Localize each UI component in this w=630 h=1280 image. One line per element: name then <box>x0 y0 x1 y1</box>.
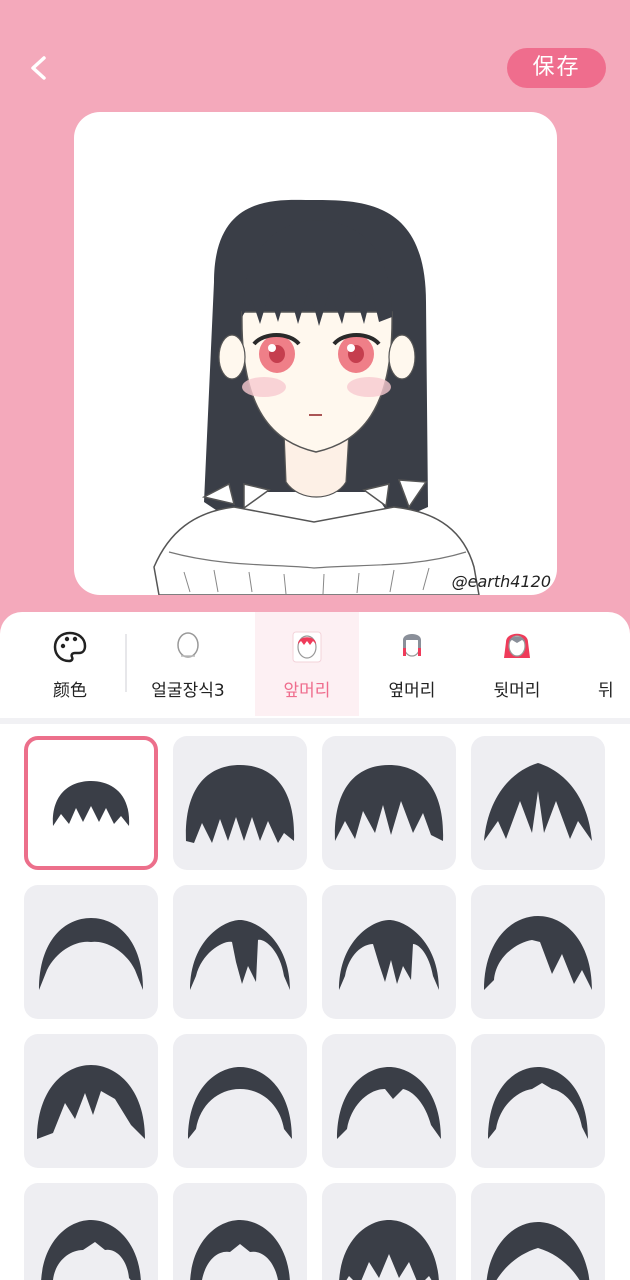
tab-color[interactable]: 颜色 <box>18 612 122 716</box>
bangs-thumbnail <box>52 781 130 826</box>
bangs-option-6[interactable] <box>173 885 307 1019</box>
tab-side-hair[interactable]: 옆머리 <box>360 612 464 716</box>
tab-divider <box>125 634 127 692</box>
bangs-option-14[interactable] <box>173 1183 307 1280</box>
tab-label: 얼굴장식3 <box>151 681 225 701</box>
bangs-thumbnail <box>339 1220 439 1280</box>
bangs-option-12[interactable] <box>471 1034 605 1168</box>
palette-icon <box>53 631 87 663</box>
bangs-option-7[interactable] <box>322 885 456 1019</box>
bangs-thumbnail <box>190 1220 290 1280</box>
avatar-illustration <box>153 199 480 595</box>
bangs-option-9[interactable] <box>24 1034 158 1168</box>
back-hair-icon <box>504 633 530 658</box>
tab-label: 옆머리 <box>388 681 436 701</box>
watermark: @earth4120 <box>451 572 551 591</box>
chevron-left-icon <box>31 56 46 80</box>
tab-bangs[interactable]: 앞머리 <box>255 612 359 716</box>
bangs-option-15[interactable] <box>322 1183 456 1280</box>
bangs-option-13[interactable] <box>24 1183 158 1280</box>
bangs-option-16[interactable] <box>471 1183 605 1280</box>
tab-label: 颜色 <box>53 681 87 701</box>
save-button[interactable]: 保存 <box>507 48 606 88</box>
tab-back-hair[interactable]: 뒷머리 <box>465 612 569 716</box>
bangs-option-2[interactable] <box>173 736 307 870</box>
side-hair-icon <box>403 634 421 657</box>
tab-label: 앞머리 <box>283 681 331 701</box>
tab-label: 뒤 <box>598 681 614 701</box>
bangs-option-10[interactable] <box>173 1034 307 1168</box>
bangs-thumbnail <box>484 916 592 990</box>
bangs-option-11[interactable] <box>322 1034 456 1168</box>
bangs-thumbnail <box>41 1220 141 1280</box>
bangs-option-8[interactable] <box>471 885 605 1019</box>
face-decoration-icon <box>177 632 199 658</box>
bangs-thumbnail <box>339 920 439 990</box>
options-panel: 颜色 얼굴장식3 앞머리 옆머리 뒷머리 뒤 <box>0 612 630 1280</box>
bangs-icon <box>292 631 322 663</box>
tab-label: 뒷머리 <box>493 681 541 701</box>
avatar-preview: @earth4120 <box>74 112 557 595</box>
bangs-thumbnail <box>190 920 290 990</box>
bangs-option-5[interactable] <box>24 885 158 1019</box>
bangs-thumbnail <box>185 765 295 843</box>
bangs-thumbnail <box>488 1067 588 1139</box>
category-tabs: 颜色 얼굴장식3 앞머리 옆머리 뒷머리 뒤 <box>0 612 630 724</box>
tab-face-decoration[interactable]: 얼굴장식3 <box>136 612 240 716</box>
back-button[interactable] <box>18 46 62 90</box>
bangs-option-1[interactable] <box>24 736 158 870</box>
bangs-option-3[interactable] <box>322 736 456 870</box>
bangs-thumbnail <box>39 918 143 990</box>
bangs-thumbnail <box>334 765 444 841</box>
top-bar: 保存 <box>0 0 630 110</box>
bangs-thumbnail <box>486 1222 590 1280</box>
bangs-thumbnail <box>484 763 592 841</box>
bangs-option-4[interactable] <box>471 736 605 870</box>
bangs-thumbnail <box>337 1067 441 1139</box>
tab-partial[interactable]: 뒤 <box>570 612 630 716</box>
bangs-thumbnail <box>188 1067 292 1139</box>
bangs-thumbnail <box>37 1065 145 1139</box>
